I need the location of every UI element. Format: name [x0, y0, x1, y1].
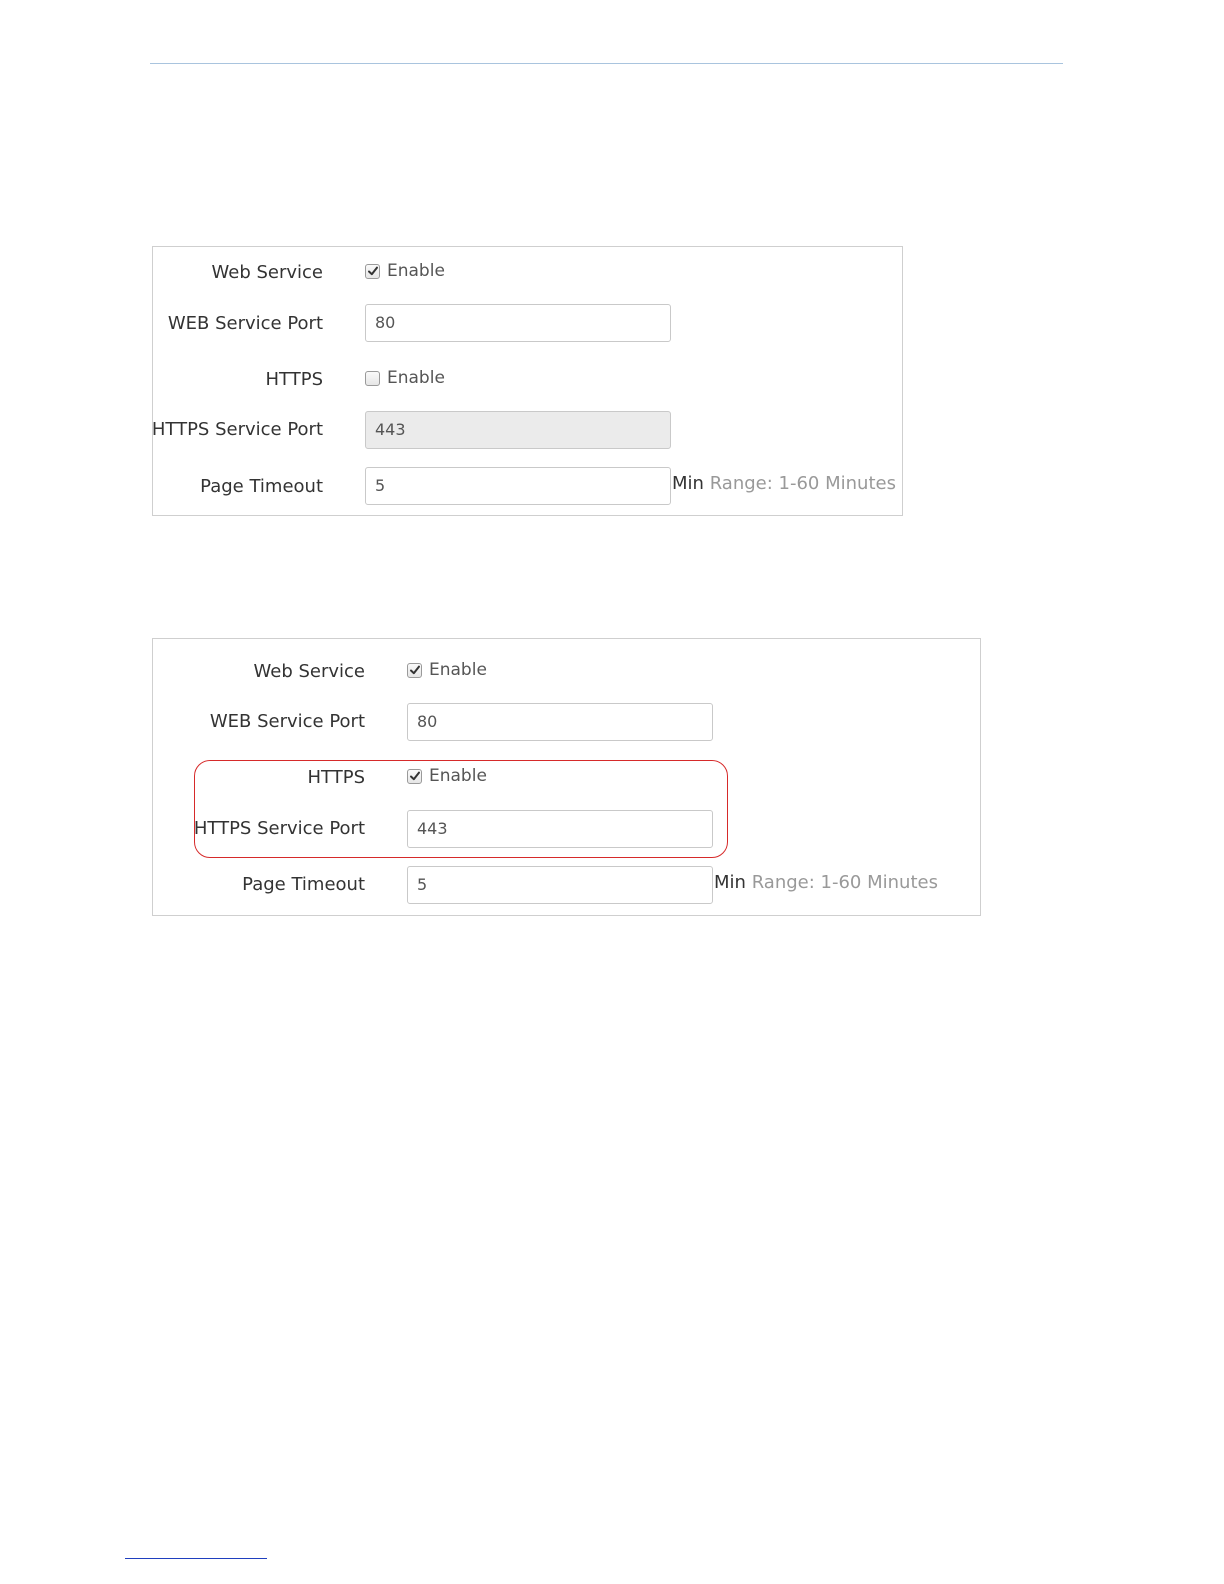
web-service-enable-label: Enable [429, 660, 487, 680]
page-timeout-input[interactable]: 5 [365, 467, 671, 505]
web-service-port-input[interactable]: 80 [365, 304, 671, 342]
web-service-enable-control[interactable]: Enable [407, 660, 487, 680]
https-service-port-label: HTTPS Service Port [151, 419, 323, 440]
page-timeout-input[interactable]: 5 [407, 866, 713, 904]
https-service-port-input: 443 [365, 411, 671, 449]
web-service-checkbox[interactable] [365, 263, 380, 279]
timeout-unit: Min [714, 872, 746, 893]
timeout-unit: Min [672, 473, 704, 494]
https-enable-control[interactable]: Enable [365, 368, 445, 388]
page-timeout-label: Page Timeout [242, 874, 365, 895]
https-checkbox[interactable] [365, 370, 380, 386]
web-service-port-label: WEB Service Port [209, 711, 365, 732]
https-label: HTTPS [265, 369, 324, 390]
https-highlight-outline [194, 760, 728, 858]
header-rule [150, 63, 1063, 64]
page-timeout-label: Page Timeout [200, 476, 323, 497]
web-settings-panel-before: Web Service WEB Service Port HTTPS HTTPS… [152, 246, 903, 516]
web-service-port-label: WEB Service Port [167, 313, 323, 334]
label-column: Web Service WEB Service Port HTTPS HTTPS… [151, 247, 324, 515]
checkmark-icon [368, 266, 378, 275]
web-service-label: Web Service [211, 262, 324, 283]
timeout-range-hint: Range: 1-60 Minutes [709, 473, 896, 494]
page-timeout-suffix: Min Range: 1-60 Minutes [672, 473, 896, 494]
https-enable-label: Enable [387, 368, 445, 388]
page-timeout-suffix: Min Range: 1-60 Minutes [714, 872, 938, 893]
web-service-enable-control[interactable]: Enable [365, 261, 445, 281]
web-service-label: Web Service [253, 661, 366, 682]
timeout-range-hint: Range: 1-60 Minutes [751, 872, 938, 893]
web-service-port-input[interactable]: 80 [407, 703, 713, 741]
footer-rule [125, 1558, 267, 1559]
web-service-enable-label: Enable [387, 261, 445, 281]
web-service-checkbox[interactable] [407, 662, 422, 678]
checkmark-icon [410, 665, 420, 674]
